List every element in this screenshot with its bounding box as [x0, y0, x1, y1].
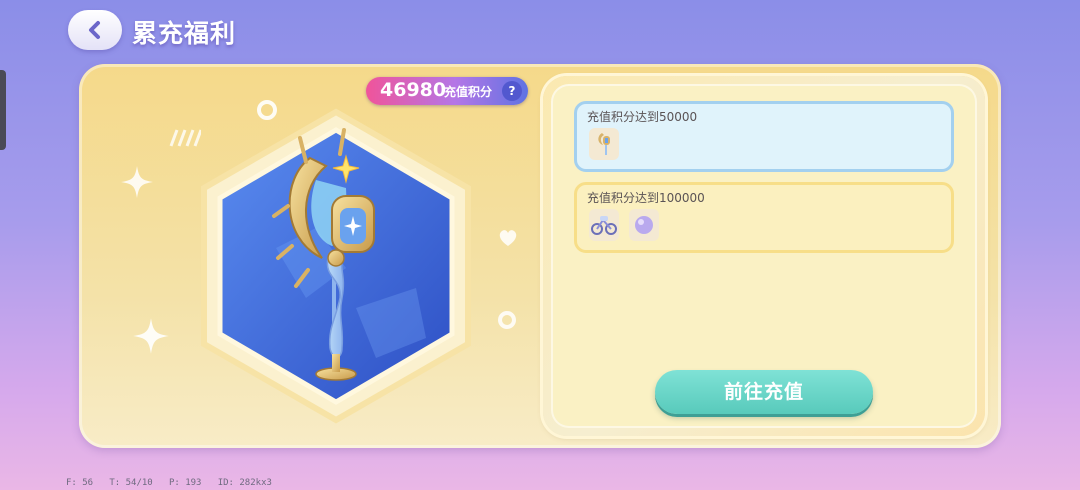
chevron-left-icon: [89, 21, 100, 39]
milestone-row-100000[interactable]: 充值积分达到100000: [574, 182, 954, 253]
reward-item-slot[interactable]: [589, 209, 619, 241]
purple-orb-item-icon: [635, 216, 653, 234]
help-button[interactable]: ?: [502, 81, 522, 101]
back-button[interactable]: [68, 10, 122, 50]
sparkle-decor-icon: [133, 318, 169, 354]
go-recharge-button[interactable]: 前往充值: [655, 370, 873, 414]
recharge-points-badge: 46980 充值积分 ?: [366, 77, 528, 105]
debug-overlay-text: F: 56 T: 54/10 P: 193 ID: 282kx3: [66, 478, 272, 488]
reward-item-slot[interactable]: [589, 128, 619, 160]
recharge-points-value: 46980: [380, 79, 447, 101]
page-title: 累充福利: [132, 19, 237, 48]
sparkle-decor-icon: [121, 166, 153, 198]
milestone-label: 充值积分达到50000: [587, 110, 698, 124]
heart-decor-icon: [499, 230, 517, 246]
recharge-points-label: 充值积分: [444, 85, 493, 99]
side-pull-tab[interactable]: [0, 70, 6, 150]
hexagon-frame: [201, 108, 471, 424]
magic-staff-item-icon: [598, 133, 610, 155]
featured-reward-showcase: [196, 108, 476, 424]
milestone-row-50000[interactable]: 充值积分达到50000: [574, 101, 954, 172]
toy-bike-item-icon: [591, 216, 617, 235]
ring-decor-icon: [498, 311, 516, 329]
milestone-label: 充值积分达到100000: [587, 191, 705, 205]
reward-item-slot[interactable]: [629, 209, 659, 241]
